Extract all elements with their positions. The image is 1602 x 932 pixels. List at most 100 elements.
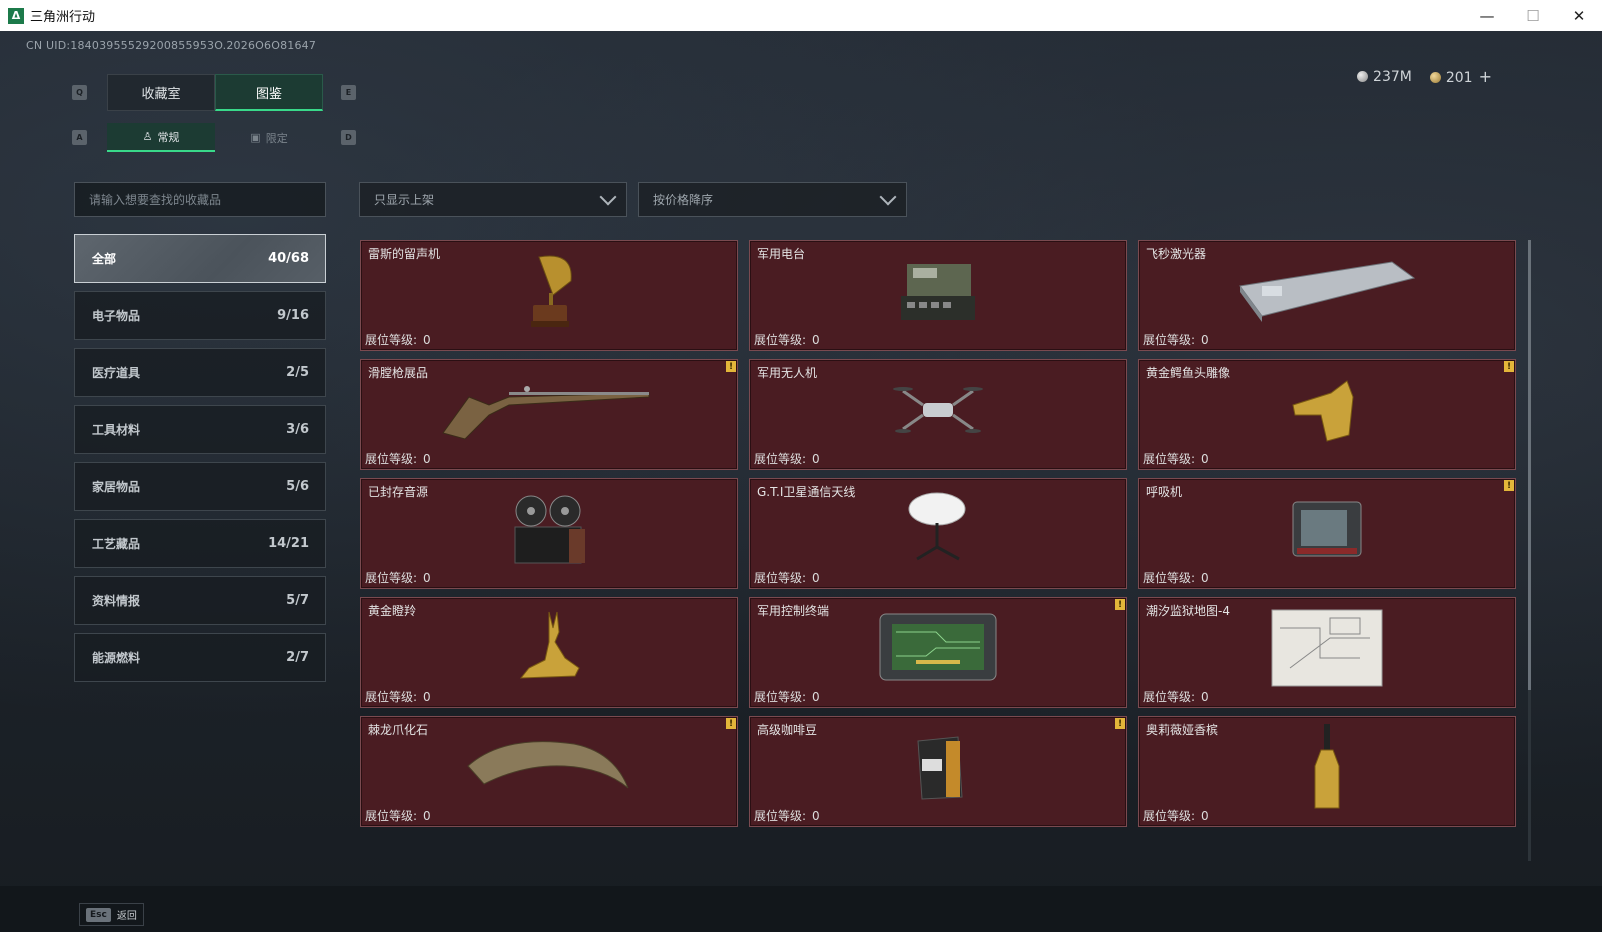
gold-crocodile-icon (1287, 375, 1367, 449)
claw-fossil-icon (464, 732, 634, 806)
warning-icon: ! (1504, 480, 1514, 491)
item-name: 雷斯的留声机 (368, 247, 441, 261)
item-level: 展位等级: 0 (754, 331, 820, 348)
category-count: 5/7 (286, 593, 309, 608)
add-currency-button[interactable]: + (1479, 67, 1492, 86)
item-name: 军用控制终端 (757, 604, 830, 618)
item-card[interactable]: 滑膛枪展品展位等级: 0! (360, 359, 738, 470)
main-tabs: 收藏室 图鉴 (107, 74, 323, 111)
tab-limited[interactable]: ▣ 限定 (215, 123, 323, 152)
category-electronics[interactable]: 电子物品 9/16 (74, 291, 326, 340)
item-card[interactable]: 已封存音源 展位等级: 0 (360, 478, 738, 589)
category-label: 资料情报 (92, 594, 141, 608)
level-value: 0 (423, 809, 431, 823)
tab-collection-room[interactable]: 收藏室 (107, 74, 215, 111)
warning-icon: ! (726, 361, 736, 372)
item-name: 黄金瞪羚 (368, 604, 417, 618)
warning-icon: ! (1504, 361, 1514, 372)
level-value: 0 (812, 809, 820, 823)
item-level: 展位等级: 0 (365, 331, 431, 348)
item-card[interactable]: 黄金鳄鱼头雕像 展位等级: 0! (1138, 359, 1516, 470)
back-button[interactable]: Esc 返回 (79, 903, 144, 926)
item-level: 展位等级: 0 (754, 450, 820, 467)
satellite-dish-icon (903, 489, 973, 573)
shelf-filter-value: 只显示上架 (374, 193, 435, 207)
item-card[interactable]: G.T.I卫星通信天线 展位等级: 0 (749, 478, 1127, 589)
level-value: 0 (423, 452, 431, 466)
item-card[interactable]: 军用电台 展位等级: 0 (749, 240, 1127, 351)
level-label: 展位等级: (1143, 333, 1196, 347)
item-level: 展位等级: 0 (365, 450, 431, 467)
item-name: 滑膛枪展品 (368, 366, 429, 380)
grid-scrollbar[interactable] (1528, 240, 1531, 861)
minimize-button[interactable]: — (1464, 0, 1510, 31)
level-value: 0 (812, 333, 820, 347)
item-name: 高级咖啡豆 (757, 723, 818, 737)
level-label: 展位等级: (754, 571, 807, 585)
chevron-down-icon (599, 188, 617, 206)
category-count: 2/7 (286, 650, 309, 665)
item-grid: 雷斯的留声机 展位等级: 0 军用电台 展位等级: 0 飞秒激光器 展位等级: 0 滑膛枪展品 展位… (360, 240, 1518, 827)
sort-dropdown[interactable]: 按价格降序 (638, 182, 907, 217)
close-button[interactable]: ✕ (1556, 0, 1602, 31)
item-name: 潮汐监狱地图-4 (1146, 604, 1230, 618)
scrollbar-thumb[interactable] (1528, 240, 1531, 690)
item-name: G.T.I卫星通信天线 (757, 485, 856, 499)
item-card[interactable]: 高级咖啡豆 展位等级: 0! (749, 716, 1127, 827)
level-value: 0 (423, 571, 431, 585)
category-all[interactable]: 全部 40/68 (74, 234, 326, 283)
category-label: 工具材料 (92, 423, 141, 437)
uid-text: CN UID:18403955529200855953O.2026O6O8164… (26, 39, 317, 52)
item-level: 展位等级: 0 (1143, 807, 1209, 824)
tab-regular[interactable]: ♙ 常规 (107, 123, 215, 152)
level-label: 展位等级: (1143, 690, 1196, 704)
item-card[interactable]: 飞秒激光器 展位等级: 0 (1138, 240, 1516, 351)
tab-catalog[interactable]: 图鉴 (215, 74, 323, 111)
item-card[interactable]: 潮汐监狱地图-4 展位等级: 0 (1138, 597, 1516, 708)
level-label: 展位等级: (754, 690, 807, 704)
back-label: 返回 (116, 911, 137, 922)
category-energy[interactable]: 能源燃料 2/7 (74, 633, 326, 682)
map-icon (1270, 608, 1384, 692)
item-card[interactable]: 军用控制终端 展位等级: 0! (749, 597, 1127, 708)
item-card[interactable]: 雷斯的留声机 展位等级: 0 (360, 240, 738, 351)
item-card[interactable]: 呼吸机 展位等级: 0! (1138, 478, 1516, 589)
item-level: 展位等级: 0 (365, 688, 431, 705)
image-icon: ▣ (250, 131, 261, 144)
category-count: 2/5 (286, 365, 309, 380)
category-count: 40/68 (268, 251, 309, 266)
search-input[interactable] (74, 182, 326, 217)
item-level: 展位等级: 0 (1143, 450, 1209, 467)
category-household[interactable]: 家居物品 5/6 (74, 462, 326, 511)
category-label: 能源燃料 (92, 651, 141, 665)
shelf-filter-dropdown[interactable]: 只显示上架 (359, 182, 627, 217)
item-card[interactable]: 军用无人机展位等级: 0 (749, 359, 1127, 470)
category-crafts[interactable]: 工艺藏品 14/21 (74, 519, 326, 568)
level-value: 0 (1201, 571, 1209, 585)
item-name: 奥莉薇娅香槟 (1146, 723, 1219, 737)
window-controls: — ☐ ✕ (1464, 0, 1602, 31)
item-name: 军用无人机 (757, 366, 818, 380)
level-value: 0 (812, 452, 820, 466)
item-card[interactable]: 黄金瞪羚展位等级: 0 (360, 597, 738, 708)
item-card[interactable]: 奥莉薇娅香槟 展位等级: 0 (1138, 716, 1516, 827)
game-viewport: CN UID:18403955529200855953O.2026O6O8164… (0, 31, 1602, 932)
maximize-button[interactable]: ☐ (1510, 0, 1556, 31)
window-titlebar: Δ 三角洲行动 — ☐ ✕ (0, 0, 1602, 31)
category-intel[interactable]: 资料情报 5/7 (74, 576, 326, 625)
figure-icon: ♙ (142, 130, 153, 143)
item-card[interactable]: 棘龙爪化石 展位等级: 0! (360, 716, 738, 827)
champagne-icon (1307, 722, 1347, 816)
silver-coin-icon (1357, 70, 1369, 82)
item-name: 已封存音源 (368, 485, 429, 499)
esc-key-hint: Esc (86, 907, 111, 922)
level-label: 展位等级: (365, 809, 418, 823)
category-tools[interactable]: 工具材料 3/6 (74, 405, 326, 454)
level-value: 0 (812, 571, 820, 585)
category-medical[interactable]: 医疗道具 2/5 (74, 348, 326, 397)
gold-currency: 201 + (1429, 67, 1492, 86)
silver-currency: 237M (1357, 69, 1412, 85)
level-value: 0 (1201, 333, 1209, 347)
category-label: 全部 (92, 252, 117, 266)
category-label: 电子物品 (92, 309, 141, 323)
